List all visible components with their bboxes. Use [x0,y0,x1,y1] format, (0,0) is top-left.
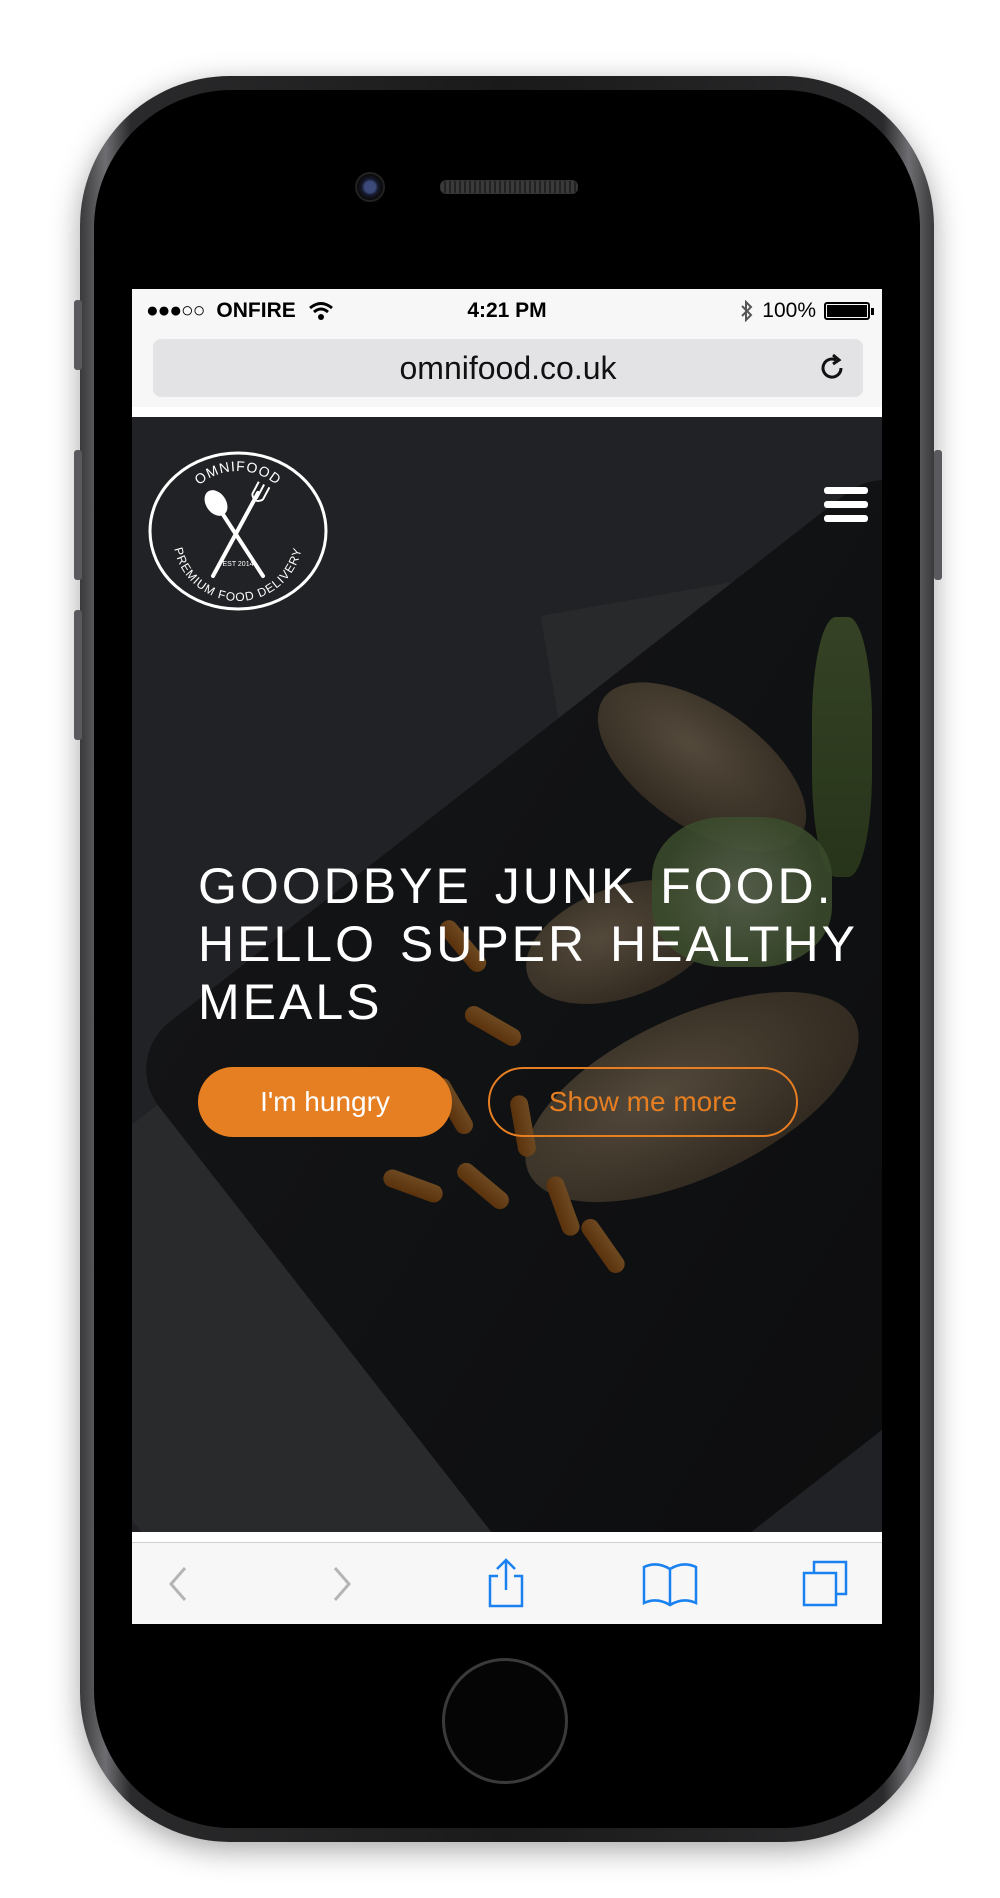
battery-fill [827,305,867,317]
url-text: omnifood.co.uk [399,349,617,386]
browser-toolbar [132,1542,882,1624]
back-chevron-icon[interactable] [152,1559,202,1609]
phone-screen: ●●●○○ ONFIRE 4:21 PM 100% omnifood.co.uk [132,289,882,1624]
logo-top-text: OMNIFOOD [191,458,283,488]
mute-switch [74,300,82,370]
hamburger-menu-icon[interactable] [824,487,868,523]
bluetooth-icon [741,300,753,322]
battery-icon [824,302,874,320]
status-bar: ●●●○○ ONFIRE 4:21 PM 100% [132,289,882,333]
volume-up-button [74,450,82,580]
volume-down-button [74,610,82,740]
front-camera [355,172,385,202]
hero-headline: GOODBYE JUNK FOOD. HELLO SUPER HEALTHY M… [198,857,858,1031]
tabs-icon[interactable] [800,1559,850,1609]
share-icon[interactable] [481,1558,531,1609]
logo-est-text: EST 2014 [222,561,253,568]
svg-text:OMNIFOOD: OMNIFOOD [191,458,284,488]
im-hungry-button[interactable]: I'm hungry [198,1067,452,1137]
browser-address-area: omnifood.co.uk [132,333,882,407]
battery-percent: 100% [762,299,816,322]
hero-section: OMNIFOOD PREMIUM FOOD DELIVERY EST 2014 … [132,417,882,1532]
show-me-more-button[interactable]: Show me more [488,1067,798,1137]
address-bar[interactable]: omnifood.co.uk [153,339,863,397]
reload-icon[interactable] [815,351,849,385]
omnifood-logo[interactable]: OMNIFOOD PREMIUM FOOD DELIVERY EST 2014 [148,451,328,611]
power-button [934,450,942,580]
headline-line-1: GOODBYE JUNK FOOD. [198,858,834,914]
headline-line-3: MEALS [198,974,383,1030]
headline-line-2: HELLO SUPER HEALTHY [198,916,858,972]
earpiece-speaker [440,180,578,194]
home-button[interactable] [442,1658,568,1784]
bookmarks-icon[interactable] [640,1559,700,1609]
forward-chevron-icon[interactable] [318,1559,368,1609]
